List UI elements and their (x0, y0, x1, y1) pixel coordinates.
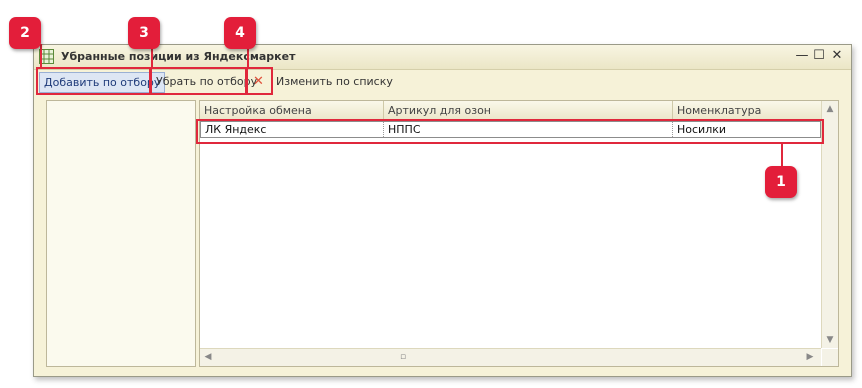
scroll-right-icon[interactable]: ▶ (802, 352, 818, 362)
annotation-badge-1: 1 (765, 166, 797, 198)
cell-article: НППС (384, 122, 673, 137)
annotation-stem-2 (40, 44, 42, 68)
column-header-exchange-setting[interactable]: Настройка обмена (200, 101, 384, 119)
remove-by-filter-button[interactable]: Убрать по отбору (152, 72, 261, 91)
column-header-article[interactable]: Артикул для озон (384, 101, 673, 119)
scroll-up-icon[interactable]: ▲ (822, 104, 838, 114)
cell-exchange-setting: ЛК Яндекс (201, 122, 384, 137)
window-title: Убранные позиции из Яндексмаркет (61, 50, 296, 63)
filter-panel (46, 100, 196, 367)
column-header-nomenclature[interactable]: Номенклатура (673, 101, 821, 119)
annotation-badge-2: 2 (9, 17, 41, 49)
minimize-button[interactable]: — (794, 48, 810, 64)
table-header: Настройка обмена Артикул для озон Номенк… (200, 101, 821, 120)
maximize-button[interactable]: ☐ (811, 48, 827, 64)
scroll-down-icon[interactable]: ▼ (822, 335, 838, 345)
positions-table: Настройка обмена Артикул для озон Номенк… (199, 100, 839, 367)
table-row[interactable]: ЛК Яндекс НППС Носилки (200, 121, 821, 138)
title-bar: Убранные позиции из Яндексмаркет — ☐ ✕ (34, 45, 851, 70)
toolbar: Добавить по отбору Убрать по отбору ✕ Из… (34, 69, 851, 94)
delete-icon[interactable]: ✕ (249, 72, 268, 91)
annotation-badge-3: 3 (128, 17, 160, 49)
change-by-list-button[interactable]: Изменить по списку (272, 72, 397, 91)
annotation-stem-1 (781, 144, 783, 166)
cell-nomenclature: Носилки (677, 123, 727, 136)
vertical-scrollbar[interactable]: ▲ ▼ (821, 101, 838, 348)
form-window: Убранные позиции из Яндексмаркет — ☐ ✕ Д… (33, 44, 852, 377)
scroll-left-icon[interactable]: ◀ (200, 352, 216, 362)
horizontal-scrollbar[interactable]: ◀ ▫ ▶ (200, 348, 821, 366)
scroll-corner (822, 349, 838, 366)
annotation-badge-4: 4 (224, 17, 256, 49)
add-by-filter-button[interactable]: Добавить по отбору (39, 72, 166, 93)
close-button[interactable]: ✕ (829, 48, 845, 64)
scroll-thumb-icon[interactable]: ▫ (395, 352, 411, 362)
